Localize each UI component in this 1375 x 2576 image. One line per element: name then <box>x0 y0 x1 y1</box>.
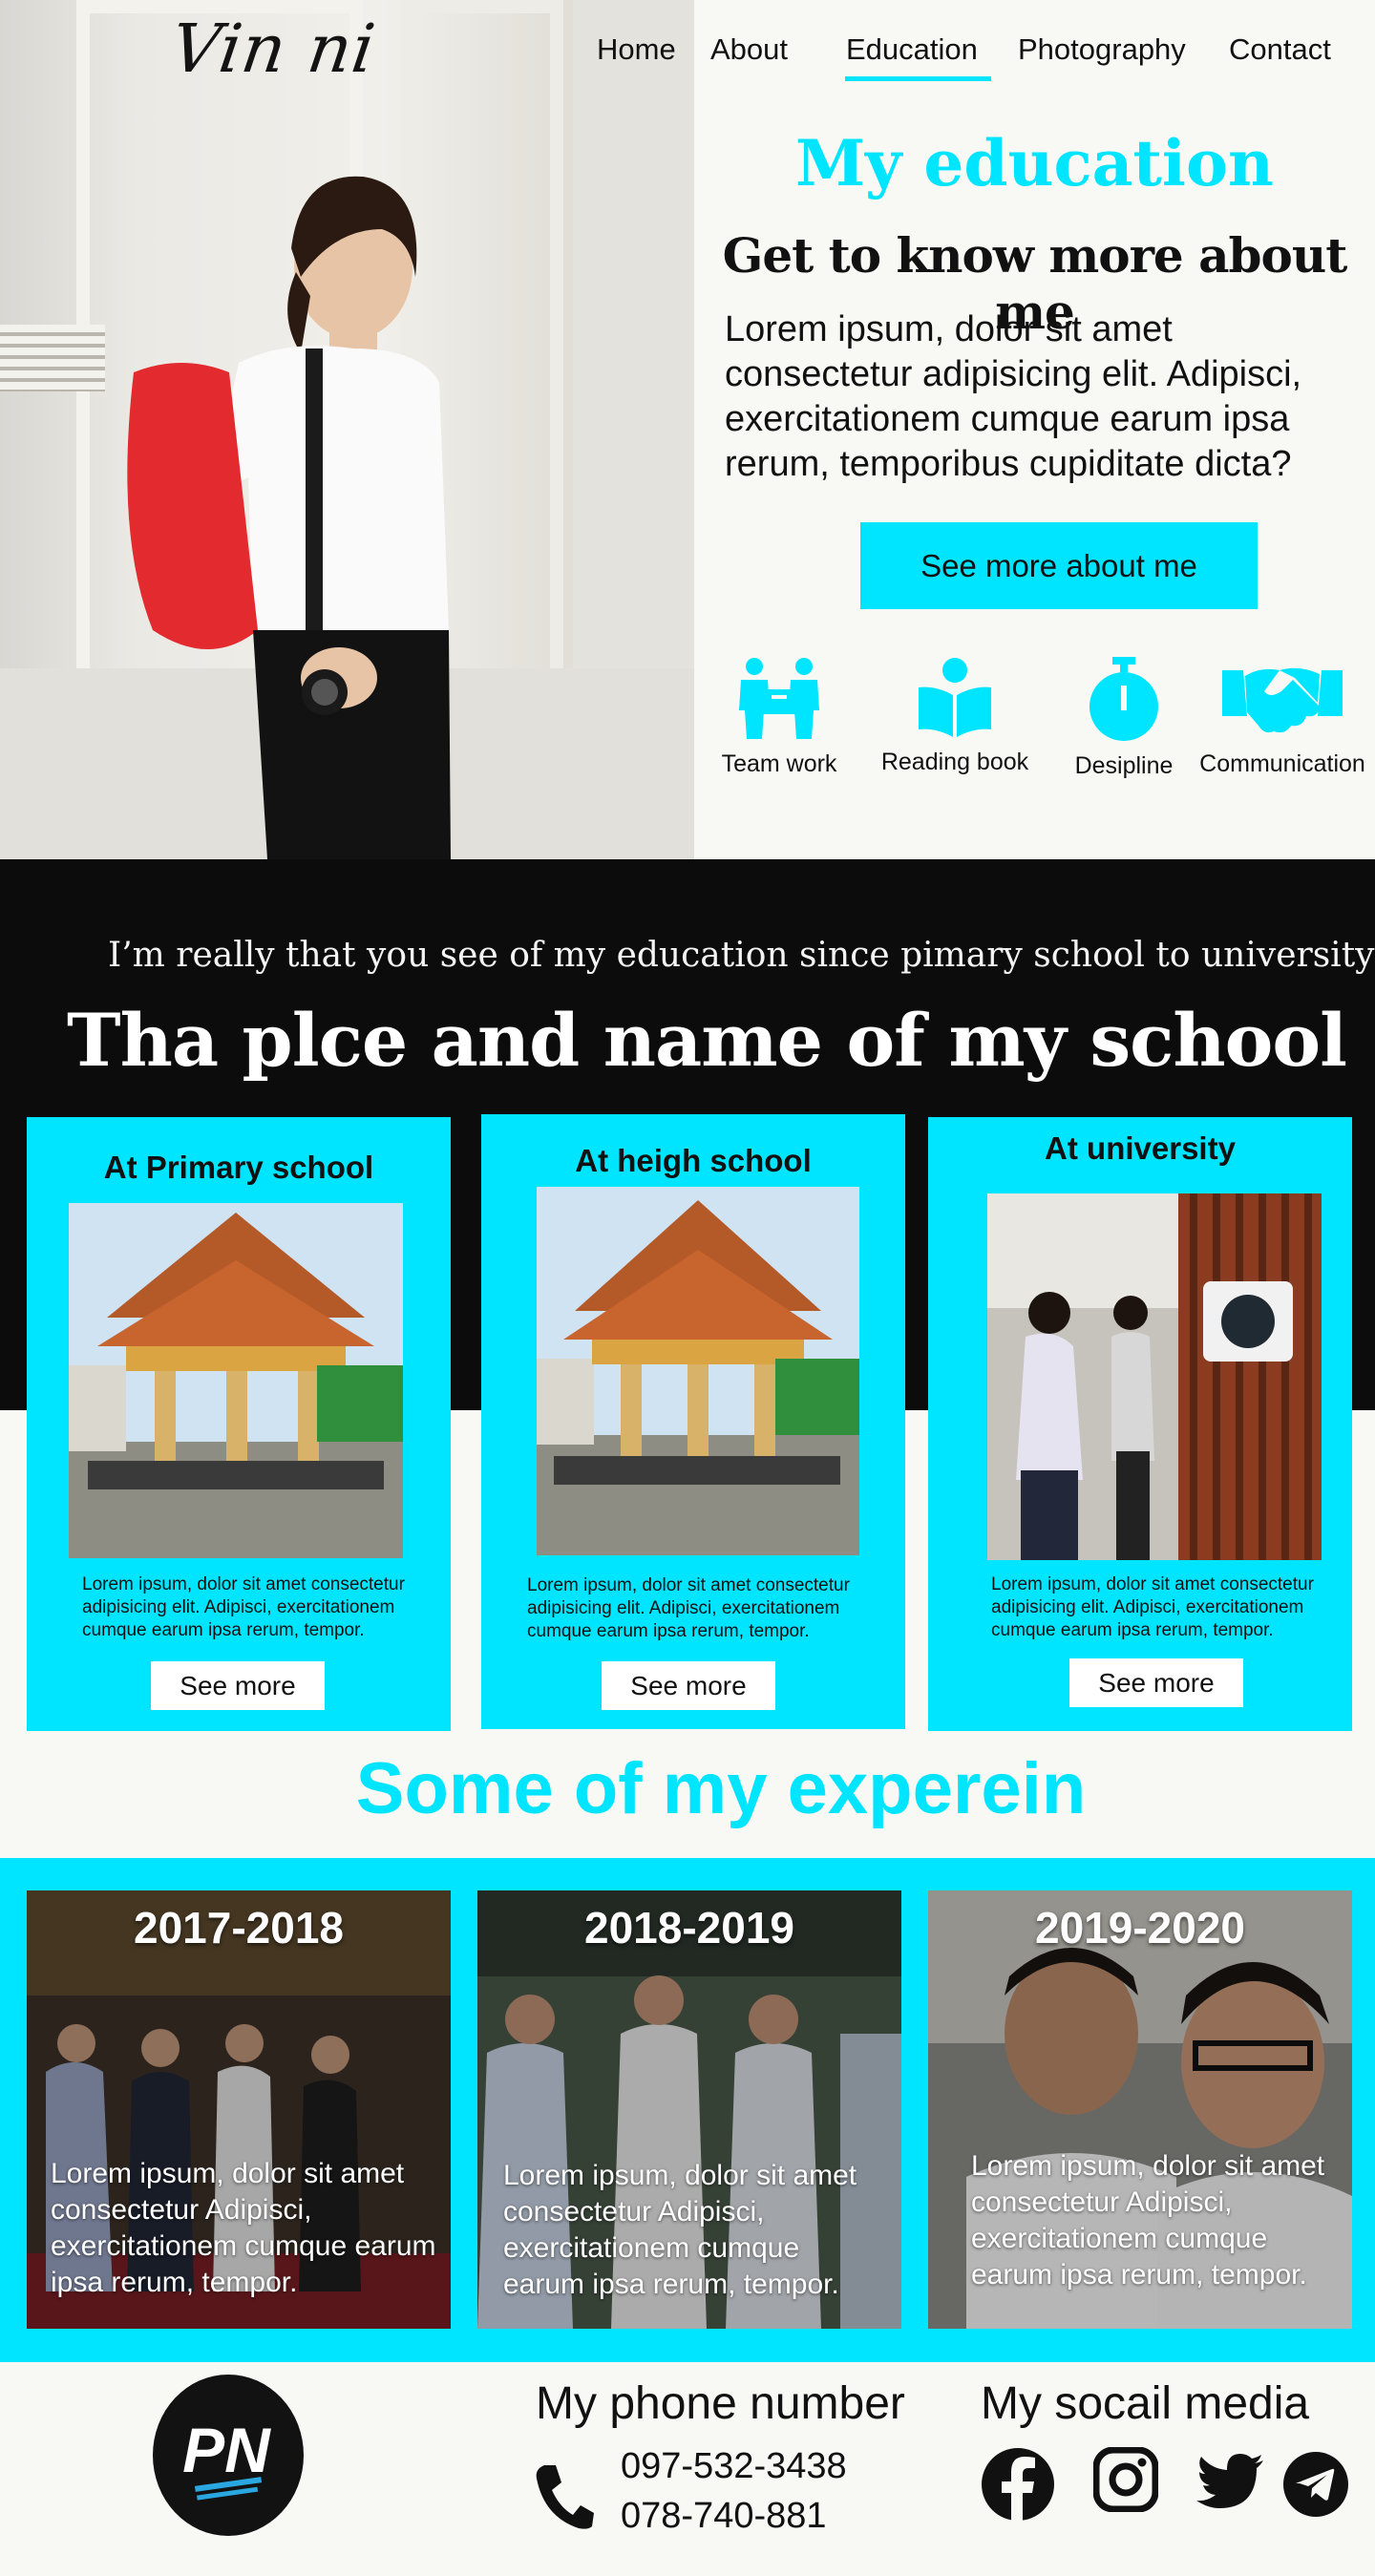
see-more-button[interactable]: See more <box>151 1661 325 1710</box>
education-title: My education <box>794 126 1275 201</box>
skill-discipline-label: Desipline <box>1074 752 1174 779</box>
primary-school-photo <box>69 1203 403 1558</box>
footer-logo-text: PN <box>182 2415 271 2485</box>
hero-photo <box>0 0 694 859</box>
skill-reading-book-label: Reading book <box>880 749 1029 775</box>
see-more-button[interactable]: See more <box>1069 1658 1243 1707</box>
experience-title: Some of my experein <box>355 1748 1087 1829</box>
education-body: Lorem ipsum, dolor sit amet consectetur … <box>725 309 1302 484</box>
school-card-title: At Primary school <box>103 1150 374 1185</box>
instagram-icon[interactable] <box>1093 2447 1158 2512</box>
pn-logo-icon: PN <box>182 2415 271 2501</box>
twitter-icon[interactable] <box>1196 2454 1263 2511</box>
experience-text: Lorem ipsum, dolor sit amet consectetur … <box>51 2158 436 2298</box>
experience-card[interactable]: 2018-2019 Lorem ipsum, dolor sit amet co… <box>477 1890 901 2329</box>
school-card-text: Lorem ipsum, dolor sit amet consectetur … <box>82 1574 405 1640</box>
experience-text: Lorem ipsum, dolor sit amet consectetur … <box>503 2160 857 2300</box>
schools-intro: I’m really that you see of my education … <box>108 936 1375 975</box>
see-more-button[interactable]: See more <box>602 1661 775 1710</box>
book-icon <box>919 658 991 737</box>
skill-communication-label: Communication <box>1199 750 1365 777</box>
phone-number-2[interactable]: 078-740-881 <box>621 2496 827 2537</box>
experience-year: 2019-2020 <box>1035 1903 1245 1953</box>
site-logo[interactable]: Vin ni <box>166 10 380 88</box>
university-photo <box>987 1193 1322 1560</box>
skill-discipline: Desipline <box>1069 657 1178 780</box>
nav-education[interactable]: Education <box>846 32 978 67</box>
handshake-icon <box>1222 667 1343 733</box>
see-more-about-button[interactable]: See more about me <box>860 522 1258 609</box>
school-card-title: At university <box>1045 1130 1236 1166</box>
phone-number-1[interactable]: 097-532-3438 <box>621 2446 847 2487</box>
footer-logo[interactable]: PN <box>153 2375 304 2536</box>
skill-reading-book: Reading book <box>878 657 1031 776</box>
school-card-high: At heigh school Lorem ipsum, dolor sit a… <box>481 1114 905 1729</box>
phone-icon <box>536 2465 594 2529</box>
high-school-photo <box>537 1187 859 1555</box>
skill-team-work-label: Team work <box>721 750 837 777</box>
social-heading: My socail media <box>981 2378 1310 2429</box>
schools-title: Tha plce and name of my school <box>67 998 1347 1083</box>
nav-photography[interactable]: Photography <box>1018 32 1186 67</box>
experience-text: Lorem ipsum, dolor sit amet consectetur … <box>971 2150 1325 2291</box>
experience-card[interactable]: 2019-2020 Lorem ipsum, dolor sit amet co… <box>928 1890 1352 2329</box>
nav-active-indicator <box>845 76 991 81</box>
nav-contact[interactable]: Contact <box>1229 32 1331 67</box>
school-card-text: Lorem ipsum, dolor sit amet consectetur … <box>527 1575 850 1641</box>
skill-communication: Communication <box>1197 657 1367 778</box>
school-card-university: At university Lorem ipsum, dolor sit ame… <box>928 1117 1352 1731</box>
experience-year: 2018-2019 <box>584 1903 794 1953</box>
skill-team-work: Team work <box>718 657 840 778</box>
school-card-text: Lorem ipsum, dolor sit amet consectetur … <box>991 1574 1314 1640</box>
nav-home[interactable]: Home <box>597 32 676 67</box>
team-work-icon <box>739 658 819 739</box>
facebook-icon[interactable] <box>981 2447 1055 2522</box>
stopwatch-icon <box>1089 657 1158 741</box>
nav-about[interactable]: About <box>710 32 788 67</box>
phone-heading: My phone number <box>536 2378 905 2429</box>
person-illustration <box>127 176 451 859</box>
school-card-primary: At Primary school Lorem ipsum, dolor sit… <box>27 1117 451 1731</box>
telegram-icon[interactable] <box>1282 2451 1349 2518</box>
experience-year: 2017-2018 <box>134 1903 344 1953</box>
school-card-title: At heigh school <box>575 1143 812 1178</box>
experience-card[interactable]: 2017-2018 Lorem ipsum, dolor sit amet co… <box>27 1890 451 2329</box>
